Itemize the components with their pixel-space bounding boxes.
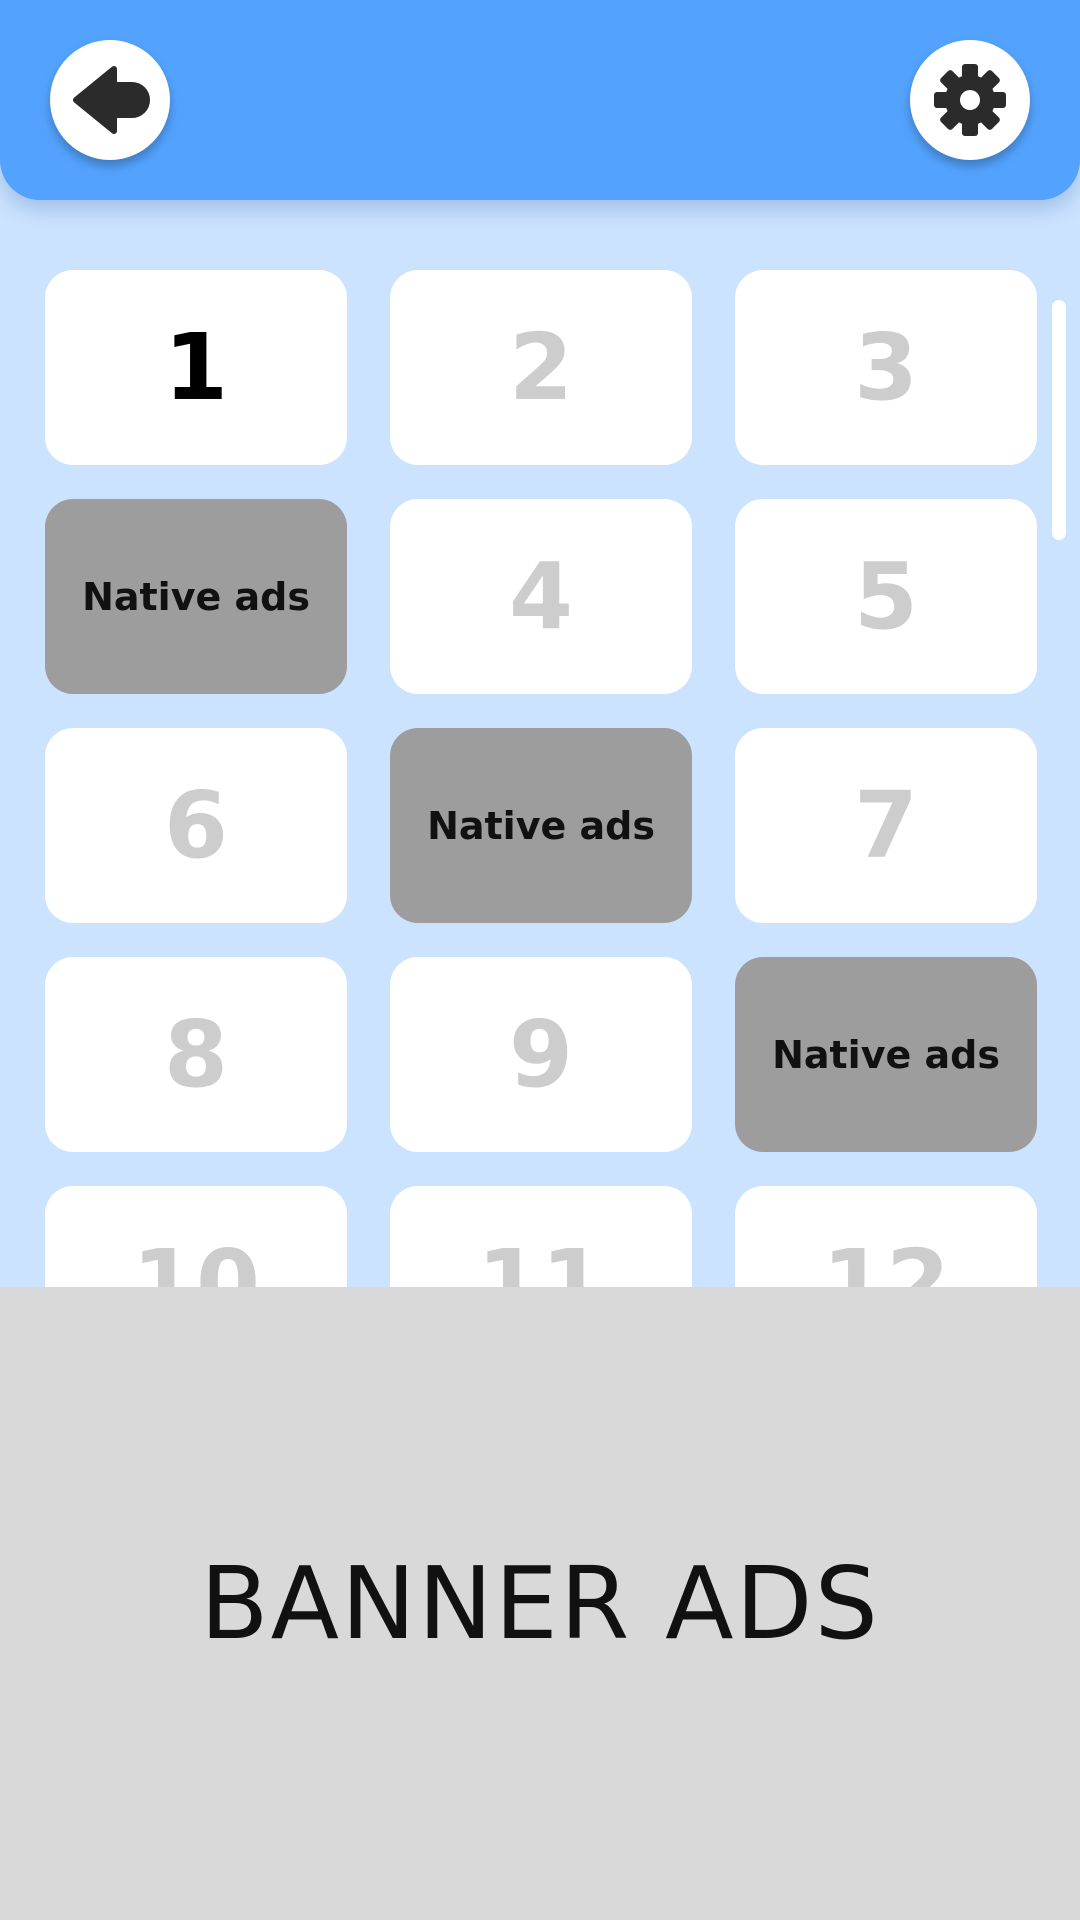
level-number: 9: [508, 1000, 573, 1108]
settings-button[interactable]: [910, 40, 1030, 160]
level-tile-3[interactable]: 3: [735, 270, 1037, 465]
level-tile-5[interactable]: 5: [735, 499, 1037, 694]
level-number: 6: [163, 771, 228, 879]
level-number: 11: [476, 1229, 606, 1287]
level-tile-6[interactable]: 6: [45, 728, 347, 923]
level-number: 2: [508, 313, 573, 421]
level-tile-7[interactable]: 7: [735, 728, 1037, 923]
level-grid: 1 2 3 Native ads 4 5 6 Native ads 7 8 9 …: [45, 270, 1037, 1287]
level-number: 10: [131, 1229, 261, 1287]
level-tile-1[interactable]: 1: [45, 270, 347, 465]
level-tile-2[interactable]: 2: [390, 270, 692, 465]
level-number: 4: [508, 542, 573, 650]
scrollbar[interactable]: [1052, 300, 1066, 540]
level-tile-8[interactable]: 8: [45, 957, 347, 1152]
top-bar: [0, 0, 1080, 200]
level-number: 7: [853, 771, 918, 879]
gear-icon: [934, 64, 1006, 136]
native-ad-label: Native ads: [427, 803, 655, 848]
native-ad-label: Native ads: [82, 574, 310, 619]
level-number: 3: [853, 313, 918, 421]
banner-ad-label: BANNER ADS: [200, 1545, 880, 1662]
native-ad-slot[interactable]: Native ads: [390, 728, 692, 923]
level-number: 8: [163, 1000, 228, 1108]
level-tile-10[interactable]: 10: [45, 1186, 347, 1287]
level-grid-area[interactable]: 1 2 3 Native ads 4 5 6 Native ads 7 8 9 …: [0, 200, 1080, 1287]
native-ad-slot[interactable]: Native ads: [735, 957, 1037, 1152]
back-arrow-icon: [73, 66, 150, 134]
level-number: 12: [821, 1229, 951, 1287]
level-tile-9[interactable]: 9: [390, 957, 692, 1152]
native-ad-slot[interactable]: Native ads: [45, 499, 347, 694]
level-tile-4[interactable]: 4: [390, 499, 692, 694]
back-button[interactable]: [50, 40, 170, 160]
level-tile-11[interactable]: 11: [390, 1186, 692, 1287]
level-number: 5: [853, 542, 918, 650]
native-ad-label: Native ads: [772, 1032, 1000, 1077]
level-tile-12[interactable]: 12: [735, 1186, 1037, 1287]
level-number: 1: [163, 313, 228, 421]
banner-ad[interactable]: BANNER ADS: [0, 1287, 1080, 1920]
